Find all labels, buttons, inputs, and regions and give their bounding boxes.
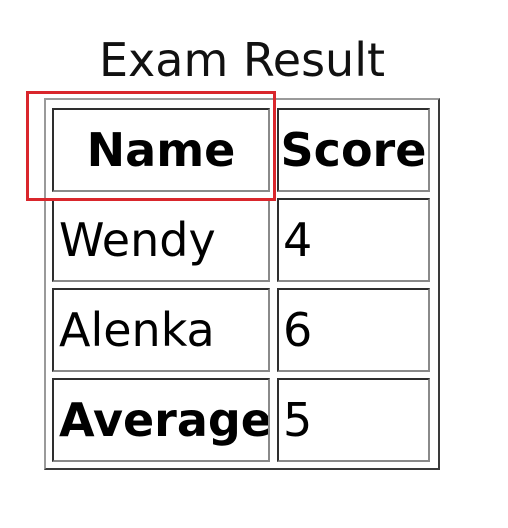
cell-text: 4 (283, 213, 313, 267)
cell-text: Alenka (59, 303, 215, 357)
table-cell-average-label: Average (52, 378, 270, 462)
exam-result-table: Name Score Wendy 4 Alenka 6 Average 5 (44, 98, 440, 470)
header-label-score: Score (280, 123, 427, 177)
table-cell-score-wendy: 4 (277, 198, 430, 282)
header-cell-score: Score (277, 108, 430, 192)
cell-text: Wendy (59, 213, 216, 267)
header-cell-name: Name (52, 108, 270, 192)
table-cell-average-score: 5 (277, 378, 430, 462)
cell-text: 5 (283, 393, 313, 447)
table-cell-name-wendy: Wendy (52, 198, 270, 282)
table-caption: Exam Result (98, 33, 386, 87)
cell-text: 6 (283, 303, 313, 357)
header-label-name: Name (86, 123, 236, 177)
cell-text: Average (59, 393, 270, 447)
table-cell-name-alenka: Alenka (52, 288, 270, 372)
table-cell-score-alenka: 6 (277, 288, 430, 372)
